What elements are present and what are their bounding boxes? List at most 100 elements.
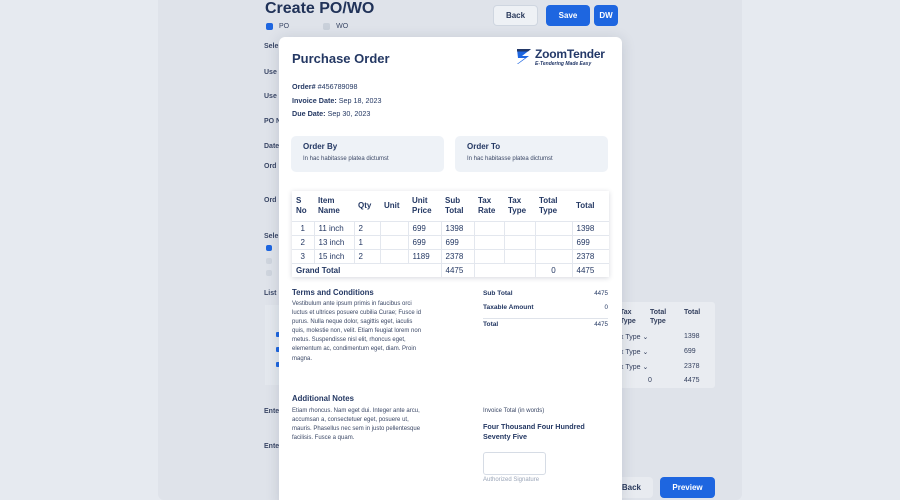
table-cell: 2378 <box>571 248 609 263</box>
table-cell: 11 inch <box>313 220 354 235</box>
column-header: Unit Price <box>412 195 432 215</box>
back-button[interactable]: Back <box>493 5 538 26</box>
order-by-text: In hac habitasse platea dictumst <box>303 156 389 162</box>
table-cell: 699 <box>440 234 474 249</box>
form-label: Date <box>264 143 280 150</box>
table-cell <box>473 220 504 235</box>
notes-heading: Additional Notes <box>292 394 354 403</box>
table-cell: 1 <box>292 220 314 235</box>
form-label: Use <box>264 69 277 76</box>
column-header: Sub Total <box>445 195 464 215</box>
terms-heading: Terms and Conditions <box>292 288 374 297</box>
table-cell: 2 <box>292 234 314 249</box>
terms-text: Vestibulum ante ipsum primis in faucibus… <box>292 301 422 362</box>
background-items-table: Tax Type Total Type Total x Type ⌄ 1398 … <box>616 302 715 388</box>
purchase-order-modal: Purchase Order ZoomTender E-Tendering Ma… <box>279 37 622 500</box>
table-cell: 2 <box>353 248 380 263</box>
summary-total: Total 4475 <box>483 321 608 328</box>
order-by-heading: Order By <box>303 142 338 151</box>
table-cell: 699 <box>407 220 441 235</box>
table-cell: 2378 <box>440 248 474 263</box>
table-cell <box>473 234 504 249</box>
items-table: S No Item Name Qty Unit Unit Price Sub T… <box>292 191 609 277</box>
form-label: Ord <box>264 163 277 170</box>
summary-divider <box>483 318 608 319</box>
grand-total: 4475 <box>571 262 609 277</box>
preview-button[interactable]: Preview <box>660 477 715 498</box>
table-cell <box>379 248 408 263</box>
grand-subtotal: 4475 <box>440 262 474 277</box>
tax-type-select[interactable]: x Type ⌄ <box>620 348 648 356</box>
table-cell: 1 <box>353 234 380 249</box>
table-cell <box>503 220 535 235</box>
column-header: Tax Rate <box>478 195 496 215</box>
table-cell: 699 <box>684 348 696 355</box>
save-button[interactable]: Save <box>546 5 590 26</box>
table-row: 2 13 inch 1 699 699 699 <box>292 234 609 249</box>
column-header: Tax Type <box>508 195 527 215</box>
column-header: Item Name <box>318 195 340 215</box>
table-cell <box>503 234 535 249</box>
order-to-text: In hac habitasse platea dictumst <box>467 156 553 162</box>
grand-total-row: Grand Total 4475 0 4475 <box>292 262 609 277</box>
form-label: Use <box>264 93 277 100</box>
summary-subtotal: Sub Total 4475 <box>483 290 608 297</box>
signature-box <box>483 452 546 475</box>
table-cell: 3 <box>292 248 314 263</box>
po-radio-label: PO <box>279 23 290 30</box>
order-to-heading: Order To <box>467 142 501 151</box>
signature-label: Authorized Signature <box>483 477 540 483</box>
page-title: Create PO/WO <box>265 0 375 17</box>
wo-radio[interactable] <box>323 23 331 30</box>
zoomtender-logo: ZoomTender E-Tendering Made Easy <box>516 48 605 67</box>
table-cell <box>379 234 408 249</box>
form-label: Ord <box>264 197 277 204</box>
table-cell: 699 <box>571 234 609 249</box>
column-header: Qty <box>358 200 372 210</box>
tax-type-select[interactable]: x Type ⌄ <box>620 333 648 341</box>
table-cell <box>503 248 535 263</box>
tax-type-select[interactable]: x Type ⌄ <box>620 363 648 371</box>
column-header: Unit <box>384 200 400 210</box>
table-row: 3 15 inch 2 1189 2378 2378 <box>292 248 609 263</box>
option-radio[interactable] <box>266 245 272 251</box>
form-label: Sele <box>264 43 279 50</box>
table-cell: 1398 <box>684 333 700 340</box>
summary-taxable: Taxable Amount 0 <box>483 304 608 311</box>
option-radio[interactable] <box>266 270 272 276</box>
table-cell: 2 <box>353 220 380 235</box>
form-label: Ente <box>264 443 280 450</box>
dw-button[interactable]: DW <box>594 5 618 26</box>
table-cell: 4475 <box>684 377 700 384</box>
table-cell: 1189 <box>407 248 441 263</box>
form-label: Sele <box>264 233 279 240</box>
column-header: S No <box>296 195 307 215</box>
table-header-row: S No Item Name Qty Unit Unit Price Sub T… <box>292 191 609 221</box>
chevron-down-icon: ⌄ <box>642 364 649 371</box>
table-cell <box>534 220 572 235</box>
po-radio[interactable] <box>266 23 273 30</box>
grand-total-label: Grand Total <box>292 262 441 277</box>
form-label: List <box>264 290 277 297</box>
table-cell <box>534 248 572 263</box>
table-row: 1 11 inch 2 699 1398 1398 <box>292 220 609 235</box>
words-value: Four Thousand Four Hundred Seventy Five <box>483 422 585 441</box>
option-radio[interactable] <box>266 258 272 264</box>
logo-tagline: E-Tendering Made Easy <box>535 61 592 67</box>
chevron-down-icon: ⌄ <box>642 349 649 356</box>
grand-total-type: 0 <box>534 262 572 277</box>
order-to-card: Order To In hac habitasse platea dictums… <box>455 136 608 172</box>
chevron-down-icon: ⌄ <box>642 334 649 341</box>
table-cell: 0 <box>648 377 652 384</box>
zoomtender-logo-icon <box>517 49 531 64</box>
po-wo-radio-group: PO WO <box>266 23 348 30</box>
table-cell <box>473 262 535 277</box>
table-cell: 699 <box>407 234 441 249</box>
order-by-card: Order By In hac habitasse platea dictums… <box>291 136 444 172</box>
table-cell: 2378 <box>684 363 700 370</box>
table-cell: 1398 <box>571 220 609 235</box>
order-number: Order# #456789098 <box>292 82 358 91</box>
form-label: Ente <box>264 408 280 415</box>
table-cell <box>379 220 408 235</box>
table-cell <box>473 248 504 263</box>
